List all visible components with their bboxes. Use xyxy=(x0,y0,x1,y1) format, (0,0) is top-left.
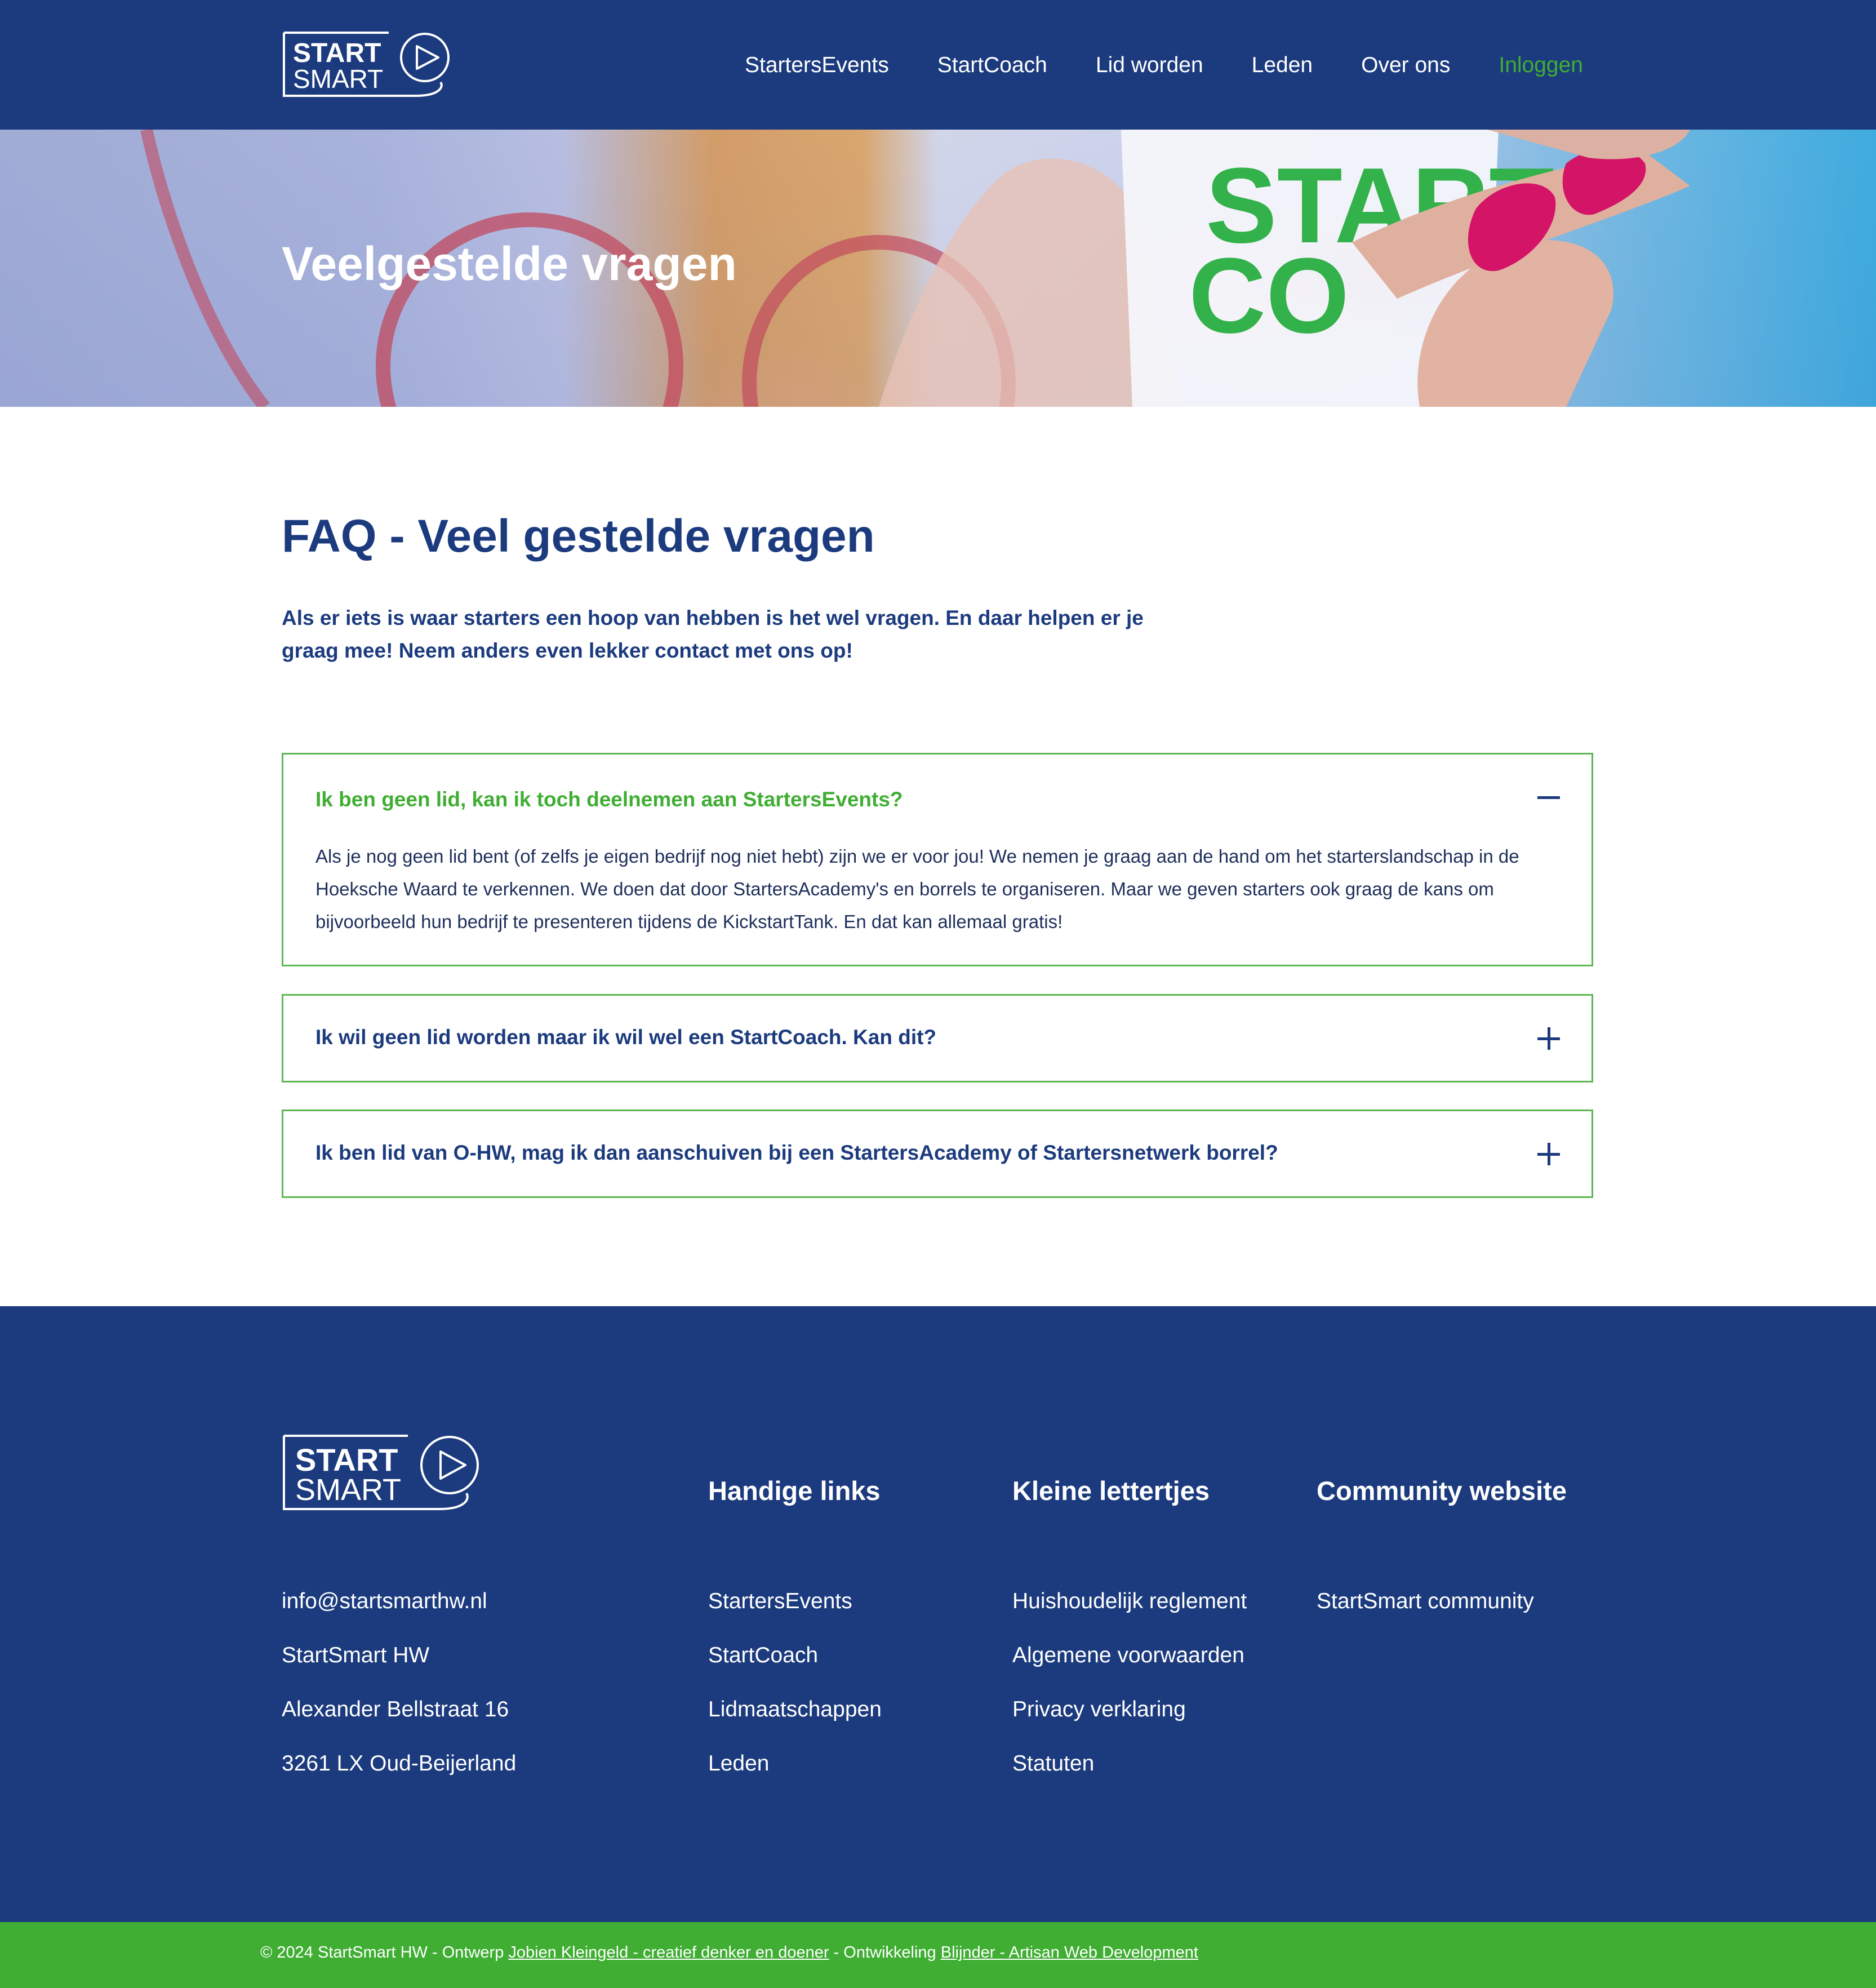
logo-line2: SMART xyxy=(293,64,383,94)
minus-icon[interactable] xyxy=(1537,786,1560,809)
faq-item-1: Ik ben geen lid, kan ik toch deelnemen a… xyxy=(282,753,1593,966)
plus-icon[interactable] xyxy=(1537,1143,1560,1165)
logo-line1: START xyxy=(295,1442,398,1477)
footer-heading-handy-links: Handige links xyxy=(708,1476,881,1506)
developer-link[interactable]: Blijnder - Artisan Web Development xyxy=(941,1943,1198,1962)
nav-leden[interactable]: Leden xyxy=(1252,53,1313,78)
footer-email-link[interactable]: info@startsmarthw.nl xyxy=(282,1589,487,1614)
faq-item-2: Ik wil geen lid worden maar ik wil wel e… xyxy=(282,994,1593,1082)
copyright-line: © 2024 StartSmart HW - Ontwerp Jobien Kl… xyxy=(260,1943,1198,1962)
site-header: START SMART StartersEvents StartCoach Li… xyxy=(0,0,1876,130)
faq-question[interactable]: Ik wil geen lid worden maar ik wil wel e… xyxy=(315,1026,936,1049)
footer-logo[interactable]: START SMART xyxy=(282,1435,482,1514)
hero-title: Veelgestelde vragen xyxy=(282,237,737,290)
site-footer: START SMART info@startsmarthw.nl StartSm… xyxy=(0,1306,1876,1922)
main-nav: StartersEvents StartCoach Lid worden Led… xyxy=(696,46,1583,85)
copyright-bar: © 2024 StartSmart HW - Ontwerp Jobien Kl… xyxy=(0,1922,1876,1988)
nav-login[interactable]: Inloggen xyxy=(1499,53,1583,78)
developer-prefix: - Ontwikkeling xyxy=(829,1943,941,1962)
footer-link-community[interactable]: StartSmart community xyxy=(1317,1589,1534,1614)
cup-text-co: CO xyxy=(1189,236,1349,356)
hero-banner: START CO Veelgestelde vragen xyxy=(0,130,1876,407)
nav-starters-events[interactable]: StartersEvents xyxy=(745,53,889,78)
intro-text: Als er iets is waar starters een hoop va… xyxy=(282,606,1144,662)
copyright-text: © 2024 StartSmart HW - Ontwerp xyxy=(260,1943,509,1962)
footer-street: Alexander Bellstraat 16 xyxy=(282,1697,509,1721)
footer-link-algemene-voorwaarden[interactable]: Algemene voorwaarden xyxy=(1012,1643,1244,1668)
page-title: FAQ - Veel gestelde vragen xyxy=(282,511,875,562)
footer-link-starters-events[interactable]: StartersEvents xyxy=(708,1589,852,1614)
logo-line2: SMART xyxy=(295,1473,401,1507)
nav-lid-worden[interactable]: Lid worden xyxy=(1096,53,1203,78)
footer-postal-city: 3261 LX Oud-Beijerland xyxy=(282,1751,517,1776)
faq-item-3: Ik ben lid van O-HW, mag ik dan aanschui… xyxy=(282,1110,1593,1198)
footer-link-startcoach[interactable]: StartCoach xyxy=(708,1643,818,1668)
footer-link-privacy[interactable]: Privacy verklaring xyxy=(1012,1697,1186,1722)
designer-link[interactable]: Jobien Kleingeld - creatief denker en do… xyxy=(508,1943,829,1962)
footer-link-lidmaatschappen[interactable]: Lidmaatschappen xyxy=(708,1697,882,1722)
footer-link-leden[interactable]: Leden xyxy=(708,1751,769,1776)
header-logo[interactable]: START SMART xyxy=(282,32,454,99)
faq-question[interactable]: Ik ben geen lid, kan ik toch deelnemen a… xyxy=(315,788,903,811)
footer-heading-community: Community website xyxy=(1317,1476,1567,1506)
footer-org-name: StartSmart HW xyxy=(282,1643,430,1667)
nav-over-ons[interactable]: Over ons xyxy=(1361,53,1450,78)
footer-link-statuten[interactable]: Statuten xyxy=(1012,1751,1094,1776)
faq-answer: Als je nog geen lid bent (of zelfs je ei… xyxy=(315,846,1519,932)
nav-startcoach[interactable]: StartCoach xyxy=(937,53,1047,78)
startsmart-logo: START SMART xyxy=(283,1435,479,1510)
plus-icon[interactable] xyxy=(1537,1027,1560,1050)
faq-question[interactable]: Ik ben lid van O-HW, mag ik dan aanschui… xyxy=(315,1141,1278,1165)
footer-link-huishoudelijk-reglement[interactable]: Huishoudelijk reglement xyxy=(1012,1589,1247,1614)
footer-heading-fine-print: Kleine lettertjes xyxy=(1012,1476,1210,1506)
startsmart-logo: START SMART xyxy=(283,32,450,97)
